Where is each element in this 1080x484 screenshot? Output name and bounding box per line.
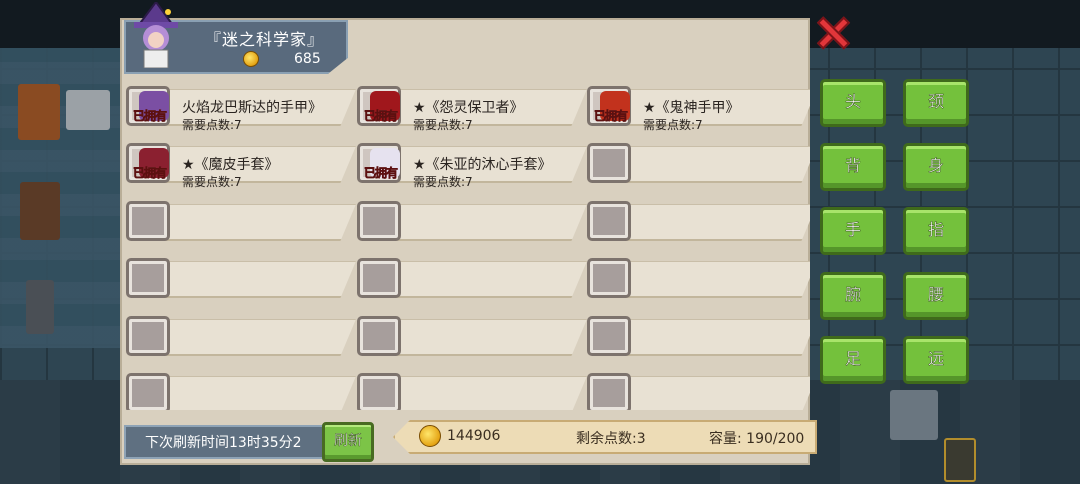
item-slot[interactable] <box>124 252 356 300</box>
item-slot[interactable] <box>355 310 587 358</box>
remaining-points: 剩余点数:3 <box>576 431 646 447</box>
owned-label: 已拥有 <box>364 166 399 181</box>
item-cost: 需要点数:7 <box>182 175 242 189</box>
item-icon-frame[interactable]: 已拥有 <box>587 86 631 126</box>
item-slot[interactable] <box>585 137 810 185</box>
item-slot[interactable] <box>355 195 587 243</box>
item-icon-frame[interactable] <box>126 316 170 356</box>
item-slot[interactable]: 已拥有 火焰龙巴斯达的手甲》 需要点数:7 <box>124 80 356 132</box>
category-head-button[interactable]: 头 <box>820 79 886 127</box>
refresh-button[interactable]: 刷新 <box>322 422 374 462</box>
item-slot[interactable]: 已拥有 ★《怨灵保卫者》 需要点数:7 <box>355 80 587 132</box>
item-icon-frame[interactable]: 已拥有 <box>357 143 401 183</box>
item-icon-frame[interactable] <box>357 258 401 298</box>
category-wrist-button[interactable]: 腕 <box>820 272 886 320</box>
item-icon-frame[interactable]: 已拥有 <box>126 86 170 126</box>
item-name: ★《魔皮手套》 <box>182 157 279 173</box>
owned-label: 已拥有 <box>594 109 629 124</box>
item-icon-frame[interactable] <box>587 143 631 183</box>
item-slot[interactable] <box>585 252 810 300</box>
item-slot[interactable] <box>124 195 356 243</box>
item-cost: 需要点数:7 <box>413 118 473 132</box>
category-body-button[interactable]: 身 <box>903 143 969 191</box>
item-icon-frame[interactable] <box>126 373 170 410</box>
gold-coin-icon <box>243 51 259 67</box>
item-cost: 需要点数:7 <box>182 118 242 132</box>
item-name: ★《鬼神手甲》 <box>643 100 740 116</box>
item-name: 火焰龙巴斯达的手甲》 <box>182 100 322 116</box>
item-slot[interactable] <box>355 367 587 410</box>
item-slot[interactable]: 已拥有 ★《朱亚的沐心手套》 需要点数:7 <box>355 137 587 189</box>
background-vase <box>26 280 54 334</box>
background-shelf <box>890 390 938 440</box>
item-icon-frame[interactable] <box>126 258 170 298</box>
item-name: ★《朱亚的沐心手套》 <box>413 157 552 173</box>
item-icon-frame[interactable] <box>587 373 631 410</box>
merchant-gold: 685 <box>294 51 321 67</box>
item-slot[interactable] <box>124 310 356 358</box>
item-cost: 需要点数:7 <box>413 175 473 189</box>
inventory-capacity: 容量: 190/200 <box>709 431 805 447</box>
item-slot[interactable] <box>124 367 356 410</box>
item-icon-frame[interactable] <box>587 258 631 298</box>
item-grid: 已拥有 火焰龙巴斯达的手甲》 需要点数:7 已拥有 ★《怨灵保卫者》 需要点数:7 已拥有 ★… <box>122 80 810 410</box>
player-gold: 144906 <box>447 428 501 444</box>
item-slot[interactable] <box>355 252 587 300</box>
item-icon-frame[interactable] <box>357 201 401 241</box>
background-chair <box>20 182 60 240</box>
item-icon-frame[interactable] <box>357 373 401 410</box>
gold-coin-icon <box>419 425 441 447</box>
category-back-button[interactable]: 背 <box>820 143 886 191</box>
item-slot[interactable]: 已拥有 ★《鬼神手甲》 需要点数:7 <box>585 80 810 132</box>
item-icon-frame[interactable]: 已拥有 <box>357 86 401 126</box>
category-finger-button[interactable]: 指 <box>903 207 969 255</box>
item-name: ★《怨灵保卫者》 <box>413 100 524 116</box>
background-device <box>944 438 976 482</box>
merchant-title: 『迷之科学家』 <box>205 30 325 49</box>
owned-label: 已拥有 <box>133 109 168 124</box>
item-slot[interactable]: 已拥有 ★《魔皮手套》 需要点数:7 <box>124 137 356 189</box>
background-cabinet <box>18 84 60 140</box>
item-slot[interactable] <box>585 367 810 410</box>
category-neck-button[interactable]: 颈 <box>903 79 969 127</box>
background-machine <box>66 90 110 130</box>
item-slot[interactable] <box>585 195 810 243</box>
item-icon-frame[interactable]: 已拥有 <box>126 143 170 183</box>
item-slot[interactable] <box>585 310 810 358</box>
owned-label: 已拥有 <box>364 109 399 124</box>
item-icon-frame[interactable] <box>587 316 631 356</box>
item-icon-frame[interactable] <box>587 201 631 241</box>
category-foot-button[interactable]: 足 <box>820 336 886 384</box>
close-icon[interactable] <box>814 14 852 52</box>
item-icon-frame[interactable] <box>126 201 170 241</box>
category-ranged-button[interactable]: 远 <box>903 336 969 384</box>
owned-label: 已拥有 <box>133 166 168 181</box>
category-hand-button[interactable]: 手 <box>820 207 886 255</box>
merchant-avatar <box>134 2 178 68</box>
item-icon-frame[interactable] <box>357 316 401 356</box>
item-cost: 需要点数:7 <box>643 118 703 132</box>
refresh-timer-text: 下次刷新时间13时35分2 <box>145 435 302 451</box>
category-waist-button[interactable]: 腰 <box>903 272 969 320</box>
